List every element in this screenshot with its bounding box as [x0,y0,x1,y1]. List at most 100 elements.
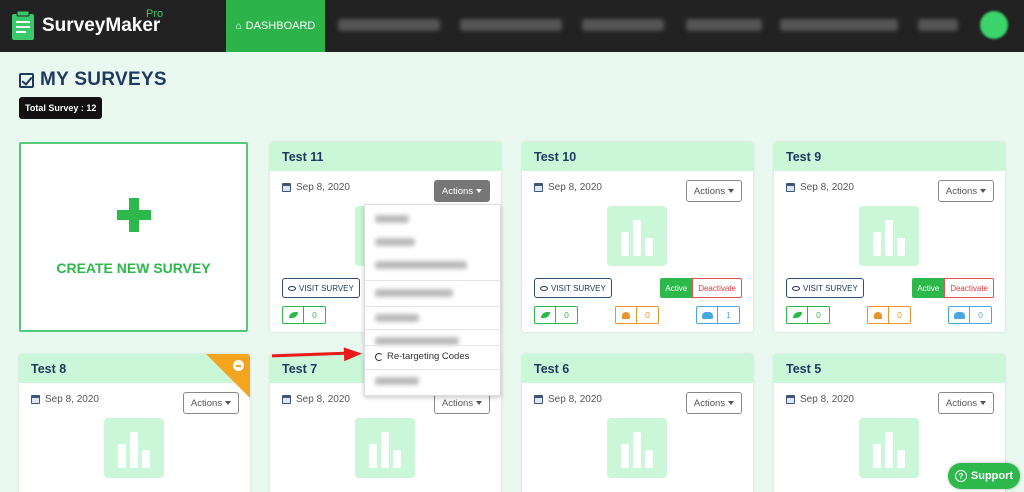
visit-survey-label: VISIT SURVEY [803,283,858,293]
leaf-icon [540,312,550,318]
people-icon [953,311,965,319]
eye-icon [288,285,296,291]
leaf-icon [792,312,802,318]
survey-date: Sep 8, 2020 [534,182,602,193]
stat-leaf[interactable]: 0 [786,306,830,324]
active-button[interactable]: Active [660,278,693,298]
actions-label: Actions [693,185,726,197]
actions-button[interactable]: Actions [686,392,742,414]
nav-item-blurred-5[interactable] [780,19,898,31]
stat-person[interactable]: 0 [867,306,911,324]
total-survey-badge: Total Survey : 12 [19,97,103,119]
actions-label: Actions [945,397,978,409]
plus-icon [116,198,151,232]
caret-down-icon [225,401,232,405]
visit-survey-label: VISIT SURVEY [551,283,606,293]
nav-item-blurred-1[interactable] [338,19,440,31]
survey-date-text: Sep 8, 2020 [45,394,99,405]
stat-leaf-value: 0 [556,306,578,324]
support-button[interactable]: ? Support [948,463,1020,489]
actions-label: Actions [945,185,978,197]
status-toggle[interactable]: Active Deactivate [660,278,742,298]
actions-button[interactable]: Actions [434,180,490,202]
eye-icon [540,285,548,291]
deactivate-button[interactable]: Deactivate [944,278,994,298]
page-title-text: MY SURVEYS [40,69,167,90]
actions-label: Actions [693,397,726,409]
stat-leaf[interactable]: 0 [282,306,326,324]
actions-label: Actions [190,397,223,409]
deactivate-button[interactable]: Deactivate [692,278,742,298]
stat-person-value: 0 [889,306,911,324]
nav-dashboard-label: DASHBOARD [245,20,316,32]
survey-date: Sep 8, 2020 [786,182,854,193]
menu-item-blurred[interactable] [365,232,500,254]
home-icon: ⌂ [235,20,242,32]
caret-down-icon [476,401,483,405]
stat-person[interactable]: 0 [615,306,659,324]
caret-down-icon [980,401,987,405]
survey-card: Test 6 Sep 8, 2020 Actions [522,354,753,492]
visit-survey-button[interactable]: VISIT SURVEY [786,278,864,298]
stat-people-value: 0 [970,306,992,324]
minus-circle-icon[interactable] [233,360,244,371]
survey-date: Sep 8, 2020 [282,182,350,193]
menu-item-retargeting-codes[interactable]: Re-targeting Codes [375,351,469,362]
survey-card-title: Test 9 [774,142,1005,171]
survey-date-text: Sep 8, 2020 [548,394,602,405]
menu-item-blurred[interactable] [365,308,500,330]
survey-date-text: Sep 8, 2020 [296,182,350,193]
stat-leaf-value: 0 [304,306,326,324]
caret-down-icon [980,189,987,193]
stat-person-value: 0 [637,306,659,324]
menu-divider [365,369,500,370]
survey-date-text: Sep 8, 2020 [800,394,854,405]
nav-item-blurred-4[interactable] [686,19,762,31]
menu-divider [365,306,500,307]
nav-item-blurred-3[interactable] [582,19,664,31]
stat-people[interactable]: 0 [948,306,992,324]
survey-date: Sep 8, 2020 [786,394,854,405]
stat-people[interactable]: 1 [696,306,740,324]
calendar-icon [534,395,543,404]
actions-button[interactable]: Actions [183,392,239,414]
survey-date: Sep 8, 2020 [31,394,99,405]
stat-people-value: 1 [718,306,740,324]
nav-dashboard[interactable]: ⌂ DASHBOARD [226,0,325,52]
app-logo[interactable]: SurveyMaker Pro [10,8,164,43]
calendar-icon [534,183,543,192]
app-name: SurveyMaker [42,15,161,36]
menu-item-blurred[interactable] [365,209,500,231]
stat-leaf[interactable]: 0 [534,306,578,324]
calendar-icon [786,395,795,404]
nav-item-blurred-2[interactable] [460,19,562,31]
user-avatar[interactable] [980,11,1008,39]
survey-date-text: Sep 8, 2020 [800,182,854,193]
bar-chart-icon [859,418,919,478]
bar-chart-icon [104,418,164,478]
refresh-icon [375,352,383,361]
menu-item-blurred[interactable] [365,255,500,277]
actions-label: Actions [441,397,474,409]
create-survey-card[interactable]: CREATE NEW SURVEY [19,142,248,332]
status-toggle[interactable]: Active Deactivate [912,278,994,298]
survey-card-title: Test 5 [774,354,1005,383]
calendar-icon [282,183,291,192]
main-nav: ⌂ DASHBOARD [226,0,325,52]
top-navbar: SurveyMaker Pro ⌂ DASHBOARD [0,0,1024,52]
visit-survey-button[interactable]: VISIT SURVEY [282,278,360,298]
nav-item-blurred-6[interactable] [918,19,958,31]
survey-date: Sep 8, 2020 [534,394,602,405]
app-edition: Pro [146,8,164,20]
bar-chart-icon [355,418,415,478]
actions-button[interactable]: Actions [686,180,742,202]
menu-item-blurred[interactable] [365,283,500,305]
checkbox-icon [19,72,34,88]
menu-item-blurred[interactable] [365,331,500,353]
menu-item-blurred[interactable] [365,371,500,393]
active-button[interactable]: Active [912,278,945,298]
actions-button[interactable]: Actions [938,392,994,414]
actions-button[interactable]: Actions [938,180,994,202]
survey-card: Test 9 Sep 8, 2020 Actions VISIT SURVEY … [774,142,1005,332]
visit-survey-button[interactable]: VISIT SURVEY [534,278,612,298]
